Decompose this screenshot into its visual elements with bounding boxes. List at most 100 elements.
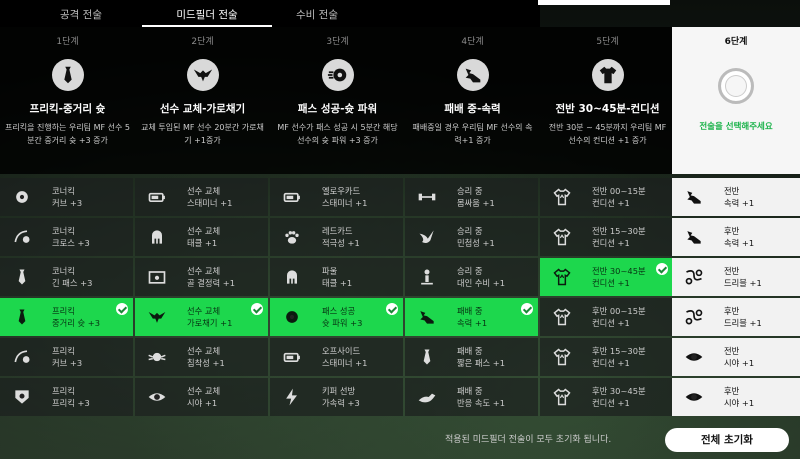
tactic-card[interactable]: 키퍼 선방가속력 +3 [270,378,403,416]
tab-defense[interactable]: 수비 전술 [252,0,382,27]
stage-step: 3단계 [326,37,349,47]
tactic-effect: 드리블 +1 [724,318,762,328]
eye-icon [684,347,704,367]
tactic-condition: 키퍼 선방 [322,386,356,396]
tactic-card-label: 프리킥 중거리 슛 +3 [52,305,100,329]
tactic-card-label: 코너킥 긴 패스 +3 [52,265,92,289]
tactic-card-label: 선수 교체 스태미너 +1 [187,185,232,209]
check-icon [521,303,533,315]
shield-ball-icon [12,387,32,407]
tactic-card[interactable]: 승리 중 민첩성 +1 [405,218,538,256]
tactic-condition: 선수 교체 [187,306,221,316]
eye-icon [147,387,167,407]
cat-icon [417,387,437,407]
tactic-card[interactable]: 전반 15~30분 컨디션 +1 [540,218,673,256]
tactic-condition: 전반 15~30분 [592,226,646,236]
tactic-card[interactable]: 전반 시야 +1 [672,338,800,376]
tactic-card[interactable]: 선수 교체 가로채기 +1 [135,298,268,336]
tie-icon [417,347,437,367]
tactic-card[interactable]: 선수 교체 침착성 +1 [135,338,268,376]
tactic-card[interactable]: 선수 교체 태클 +1 [135,218,268,256]
tactic-card[interactable]: 레드카드 적극성 +1 [270,218,403,256]
jersey-icon [552,227,572,247]
tactic-card[interactable]: 전반 30~45분컨디션 +1 [540,258,673,296]
tactic-card[interactable]: 전반 00~15분 컨디션 +1 [540,178,673,216]
reset-all-button[interactable]: 전체 초기화 [665,428,789,452]
tactic-effect: 속력 +1 [724,238,755,248]
dribble-icon [684,307,704,327]
tactic-card[interactable]: 코너킥 크로스 +3 [0,218,133,256]
tactic-condition: 선수 교체 [187,186,221,196]
tactic-condition: 전반 [724,346,740,356]
tactic-card[interactable]: 승리 중 몸싸움 +1 [405,178,538,216]
tactic-effect: 시야 +1 [724,398,755,408]
tactic-effect: 컨디션 +1 [592,318,630,328]
tactic-card[interactable]: 후반시야 +1 [672,378,800,416]
tactic-card-label: 전반 30~45분컨디션 +1 [592,265,646,289]
tactic-card[interactable]: 패스 성공 슛 파워 +3 [270,298,403,336]
tactic-condition: 후반 00~15분 [592,306,646,316]
jersey-icon [591,59,624,91]
tactic-card[interactable]: 후반 00~15분컨디션 +1 [540,298,673,336]
tactic-card[interactable]: 코너킥 커브 +3 [0,178,133,216]
tactic-card[interactable]: 패배 중 속력 +1 [405,298,538,336]
paw-icon [282,227,302,247]
tactic-card[interactable]: 코너킥 긴 패스 +3 [0,258,133,296]
tactic-card[interactable]: 프리킥 커브 +3 [0,338,133,376]
tactic-effect: 컨디션 +1 [592,278,630,288]
tactic-card[interactable]: 선수 교체 시야 +1 [135,378,268,416]
tab-attack[interactable]: 공격 전술 [16,0,146,27]
tactic-effect: 컨디션 +1 [592,358,630,368]
tactic-card[interactable]: 프리킥 프리킥 +3 [0,378,133,416]
tactic-card[interactable]: 패배 중 짧은 패스 +1 [405,338,538,376]
tie-icon [12,267,32,287]
tactic-card[interactable]: 프리킥 중거리 슛 +3 [0,298,133,336]
tactic-condition: 코너킥 [52,266,75,276]
stage-step: 5단계 [596,37,619,47]
jersey-icon [552,307,572,327]
tactic-condition: 패스 성공 [322,306,356,316]
tactic-condition: 후반 [724,386,740,396]
tactic-condition: 전반 30~45분 [592,266,646,276]
tactic-card[interactable]: 후반 드리블 +1 [672,298,800,336]
check-icon [116,303,128,315]
tactic-effect: 시야 +1 [187,398,218,408]
ball-icon [321,59,354,91]
winged-boot-icon [456,59,489,91]
tactic-card[interactable]: 전반 속력 +1 [672,178,800,216]
tactic-card-label: 패스 성공 슛 파워 +3 [322,305,362,329]
select-prompt: 전술을 선택해주세요 [699,122,773,132]
stage-description: 패배중일 경우 우리팀 MF 선수의 속력+1 증가 [412,123,533,145]
tactic-card[interactable]: 선수 교체 스태미너 +1 [135,178,268,216]
tactic-card[interactable]: 승리 중 대인 수비 +1 [405,258,538,296]
tactic-effect: 적극성 +1 [322,238,360,248]
tactic-card-label: 후반 30~45분 컨디션 +1 [592,385,646,409]
tactic-card[interactable]: 패배 중 반응 속도 +1 [405,378,538,416]
dumbbell-icon [417,187,437,207]
tactic-card-label: 후반 속력 +1 [724,225,754,249]
tactic-card[interactable]: 후반 15~30분 컨디션 +1 [540,338,673,376]
stage-title: 선수 교체-가로채기 [159,103,246,115]
tactic-card[interactable]: 후반 30~45분 컨디션 +1 [540,378,673,416]
tactic-card[interactable]: 전반 드리블 +1 [672,258,800,296]
tactic-effect: 가속력 +3 [322,398,360,408]
tactic-effect: 대인 수비 +1 [457,278,506,288]
tactic-effect: 드리블 +1 [724,278,762,288]
tactic-card[interactable]: 오프사이드 스태미너 +1 [270,338,403,376]
winged-boot-icon [417,307,437,327]
tactic-card[interactable]: 후반 속력 +1 [672,218,800,256]
top-bar-highlight [538,0,670,5]
stage-step: 1단계 [56,37,79,47]
stage-title: 패스 성공-슛 파워 [297,103,378,115]
tactic-effect: 반응 속도 +1 [457,398,506,408]
tactic-condition: 선수 교체 [187,346,221,356]
tactic-card[interactable]: 파울 태클 +1 [270,258,403,296]
tactic-condition: 파울 [322,266,338,276]
check-icon [386,303,398,315]
eagle-icon [186,59,219,91]
tactic-card-label: 선수 교체 침착성 +1 [187,345,225,369]
stage-3-header: 3단계 패스 성공-슛 파워 MF 선수가 패스 성공 시 5분간 해당 선수의… [270,27,405,174]
tactic-card[interactable]: 옐로우카드 스태미너 +1 [270,178,403,216]
tactic-card[interactable]: 선수 교체 골 결정력 +1 [135,258,268,296]
tactic-effect: 커브 +3 [52,358,83,368]
